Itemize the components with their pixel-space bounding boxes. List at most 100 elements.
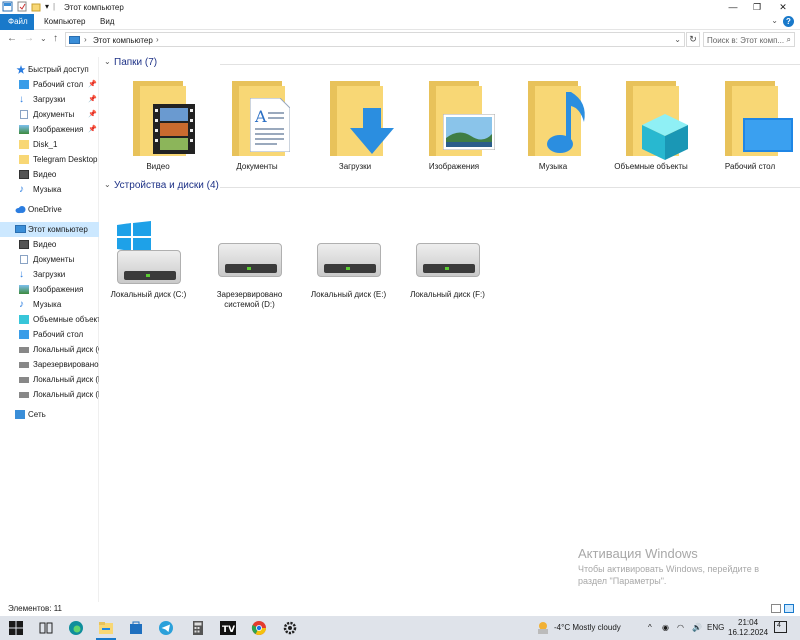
sidebar-item-videos[interactable]: Видео xyxy=(0,167,99,182)
recent-locations-button[interactable]: ⌄ xyxy=(40,34,47,43)
tradingview-icon[interactable]: TV xyxy=(220,620,236,636)
up-button[interactable]: ↑ xyxy=(53,33,58,44)
sidebar-item-pc-3d-objects[interactable]: Объемные объекты xyxy=(0,312,99,327)
sidebar-item-drive-f[interactable]: Локальный диск (F:) xyxy=(0,387,99,402)
minimize-button[interactable]: — xyxy=(720,0,746,14)
folder-videos[interactable]: Видео xyxy=(113,78,203,176)
notification-center-icon[interactable]: 4 xyxy=(774,621,787,633)
sidebar-item-drive-e[interactable]: Локальный диск (E:) xyxy=(0,372,99,387)
drive-d[interactable]: Зарезервировано системой (D:) xyxy=(208,215,303,310)
ribbon: Файл Компьютер Вид ⌄ ? xyxy=(0,14,800,30)
calculator-icon[interactable] xyxy=(190,620,206,636)
download-arrow-icon: ↓ xyxy=(19,269,24,280)
details-view-icon[interactable] xyxy=(771,604,781,613)
folder-documents[interactable]: A Документы xyxy=(212,78,302,176)
chevron-down-icon[interactable]: ⌄ xyxy=(104,180,111,189)
group-header-devices[interactable]: ⌄ Устройства и диски (4) xyxy=(100,179,800,193)
sidebar-item-pc-documents[interactable]: Документы xyxy=(0,252,99,267)
sidebar-item-pc-pictures[interactable]: Изображения xyxy=(0,282,99,297)
view-toggles xyxy=(771,604,794,613)
folder-desktop[interactable]: Рабочий стол xyxy=(705,78,795,176)
sidebar-item-quick-access[interactable]: Быстрый доступ xyxy=(0,62,99,77)
clock-date[interactable]: 16.12.2024 xyxy=(728,628,768,637)
forward-button[interactable]: → xyxy=(24,33,34,44)
sidebar-item-documents[interactable]: Документы 📌 xyxy=(0,107,99,122)
sidebar-item-this-pc[interactable]: Этот компьютер xyxy=(0,222,99,237)
cube-icon xyxy=(642,114,688,160)
search-input[interactable]: Поиск в: Этот комп... ⌕ xyxy=(703,32,795,47)
address-dropdown-icon[interactable]: ⌄ xyxy=(674,35,681,44)
sidebar-item-label: Музыка xyxy=(33,185,62,194)
drive-led xyxy=(346,267,350,270)
settings-gear-icon[interactable] xyxy=(282,620,298,636)
sidebar-item-label: Disk_1 xyxy=(33,140,58,149)
customize-toolbar-icon[interactable]: ▾ xyxy=(45,2,49,11)
tab-computer[interactable]: Компьютер xyxy=(36,14,93,30)
language-indicator[interactable]: ENG xyxy=(707,623,724,632)
cloud-icon xyxy=(15,206,26,214)
sidebar-item-desktop[interactable]: Рабочий стол 📌 xyxy=(0,77,99,92)
sidebar-item-music[interactable]: ♪ Музыка xyxy=(0,182,99,197)
wifi-icon[interactable]: ◠ xyxy=(677,623,684,632)
group-header-folders[interactable]: ⌄ Папки (7) xyxy=(100,56,800,70)
breadcrumb-chevron-icon[interactable]: › xyxy=(156,35,159,44)
folder-pictures[interactable]: Изображения xyxy=(409,78,499,176)
folder-3d-objects[interactable]: Объемные объекты xyxy=(606,78,696,176)
sidebar-item-pc-downloads[interactable]: ↓ Загрузки xyxy=(0,267,99,282)
sidebar-item-label: Объемные объекты xyxy=(33,315,99,324)
volume-icon[interactable]: 🔊 xyxy=(692,623,702,632)
content-pane: ⌄ Папки (7) Видео A Документы Загрузки И… xyxy=(100,50,800,602)
new-folder-icon[interactable] xyxy=(31,1,41,12)
svg-text:TV: TV xyxy=(222,625,235,635)
sidebar-item-downloads[interactable]: ↓ Загрузки 📌 xyxy=(0,92,99,107)
file-explorer-icon[interactable] xyxy=(98,620,114,636)
sidebar-item-disk1[interactable]: Disk_1 xyxy=(0,137,99,152)
group-title: Папки (7) xyxy=(114,57,158,68)
sidebar-item-drive-d[interactable]: Зарезервировано системой (D:) xyxy=(0,357,99,372)
drive-label: Зарезервировано системой (D:) xyxy=(216,290,283,309)
refresh-button[interactable]: ↻ xyxy=(686,32,700,47)
show-hidden-icons-chevron-icon[interactable]: ^ xyxy=(648,623,652,632)
help-button[interactable]: ? xyxy=(783,16,794,27)
sidebar-item-network[interactable]: Сеть xyxy=(0,407,99,422)
close-button[interactable]: ✕ xyxy=(770,0,796,14)
chevron-down-icon[interactable]: ⌄ xyxy=(104,57,111,66)
large-icons-view-icon[interactable] xyxy=(784,604,794,613)
edge-browser-icon[interactable] xyxy=(68,620,84,636)
drive-f[interactable]: Локальный диск (F:) xyxy=(406,215,501,310)
sidebar-item-pictures[interactable]: Изображения 📌 xyxy=(0,122,99,137)
breadcrumb-chevron-icon[interactable]: › xyxy=(84,35,87,44)
drive-e[interactable]: Локальный диск (E:) xyxy=(307,215,402,310)
taskbar: TV -4°C Mostly cloudy ^ ◉ ◠ 🔊 ENG 21:04 … xyxy=(0,616,800,640)
sidebar-item-drive-c[interactable]: Локальный диск (C:) xyxy=(0,342,99,357)
drive-c[interactable]: Локальный диск (C:) xyxy=(101,215,196,310)
clock-time[interactable]: 21:04 xyxy=(738,618,758,627)
sidebar-item-pc-desktop[interactable]: Рабочий стол xyxy=(0,327,99,342)
weather-text[interactable]: -4°C Mostly cloudy xyxy=(554,623,621,632)
pin-icon: 📌 xyxy=(88,81,97,88)
chrome-icon[interactable] xyxy=(251,620,267,636)
sidebar-item-pc-videos[interactable]: Видео xyxy=(0,237,99,252)
explorer-icon[interactable] xyxy=(2,1,13,12)
title-bar: ▾ | Этот компьютер — ❐ ✕ xyxy=(0,0,800,14)
status-bar: Элементов: 11 xyxy=(0,602,800,616)
folder-music[interactable]: Музыка xyxy=(508,78,598,176)
breadcrumb-this-pc[interactable]: Этот компьютер xyxy=(93,36,153,45)
folder-downloads[interactable]: Загрузки xyxy=(310,78,400,176)
back-button[interactable]: ← xyxy=(7,33,17,44)
tab-view[interactable]: Вид xyxy=(92,14,122,30)
start-windows-icon[interactable] xyxy=(8,620,24,636)
weather-icon[interactable] xyxy=(535,620,551,636)
maximize-button[interactable]: ❐ xyxy=(744,0,770,14)
tab-file[interactable]: Файл xyxy=(0,14,34,30)
properties-icon[interactable] xyxy=(17,1,27,12)
sidebar-item-pc-music[interactable]: ♪ Музыка xyxy=(0,297,99,312)
task-view-icon[interactable] xyxy=(38,620,54,636)
sidebar-item-telegram-desktop[interactable]: Telegram Desktop xyxy=(0,152,99,167)
sidebar-item-onedrive[interactable]: OneDrive xyxy=(0,202,99,217)
telegram-icon[interactable] xyxy=(158,620,174,636)
expand-ribbon-icon[interactable]: ⌄ xyxy=(771,16,778,25)
store-icon[interactable] xyxy=(128,620,144,636)
address-bar[interactable]: › Этот компьютер › ⌄ xyxy=(65,32,685,47)
tray-app-icon[interactable]: ◉ xyxy=(662,623,669,632)
